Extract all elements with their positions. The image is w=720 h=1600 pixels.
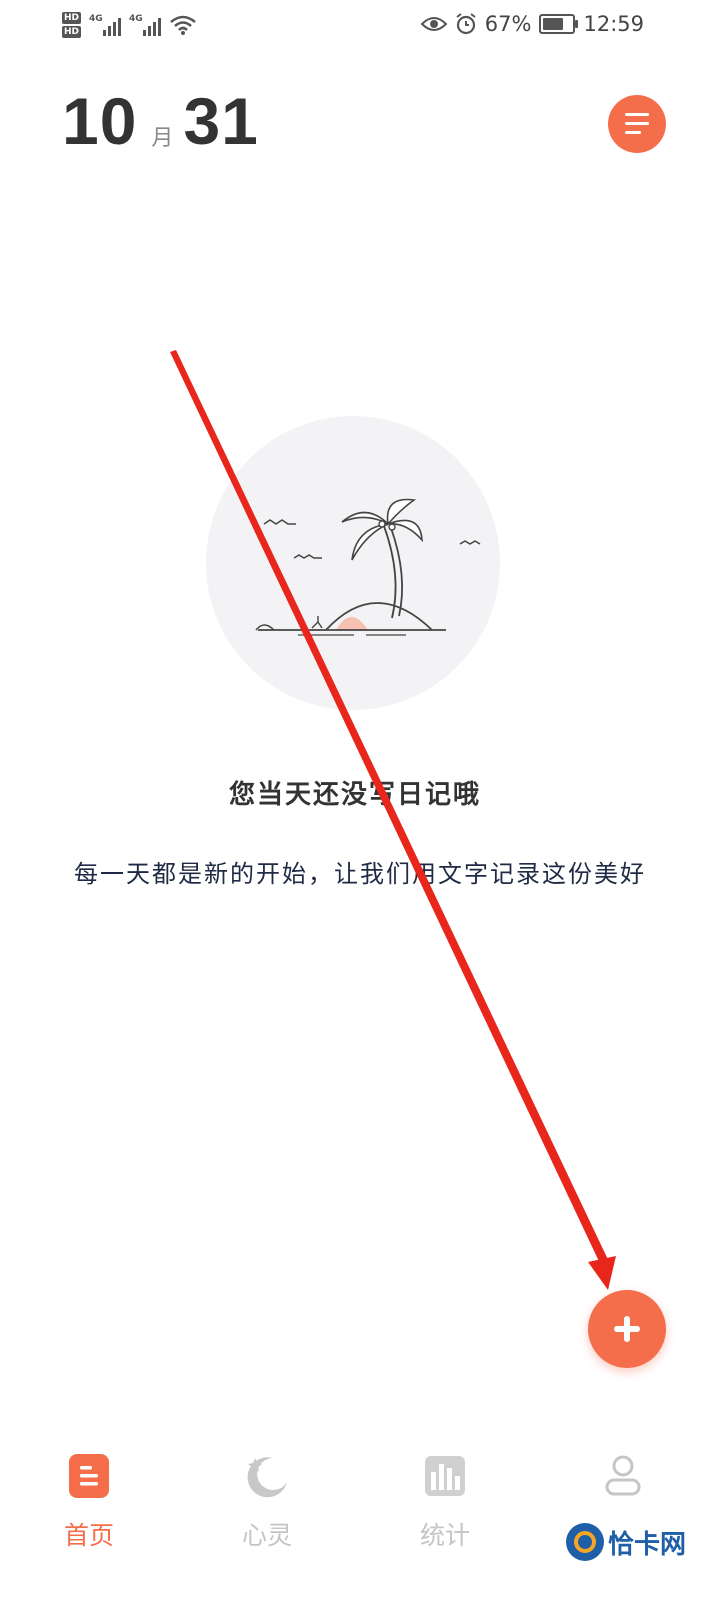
clock: 12:59 [583, 12, 644, 36]
hd-indicators: HD HD [62, 12, 82, 38]
diary-icon [69, 1454, 109, 1498]
island-icon [255, 498, 481, 636]
hd-label-1: HD [62, 12, 82, 24]
month-number: 10 [62, 84, 138, 158]
bar-chart-icon [425, 1456, 465, 1496]
alarm-icon [456, 13, 476, 35]
nav-label-mind: 心灵 [241, 1521, 292, 1550]
month-unit: 月 [151, 126, 174, 151]
eye-icon [420, 17, 447, 31]
menu-button[interactable] [608, 95, 666, 153]
watermark: 恰卡网 [566, 1520, 686, 1564]
nav-label-home: 首页 [63, 1521, 114, 1550]
nav-item-profile[interactable] [534, 1430, 712, 1600]
empty-illustration [206, 416, 500, 710]
network-type-2: 4G [129, 14, 143, 24]
nav-label-stats: 统计 [419, 1521, 470, 1550]
empty-title: 您当天还没写日记哦 [228, 780, 481, 810]
bottom-nav: 首页 心灵 统计 [0, 1430, 720, 1600]
hd-label-2: HD [62, 26, 82, 38]
status-left: HD HD 4G 4G [62, 8, 197, 42]
signal-icon: 4G [89, 14, 122, 36]
nav-item-mind[interactable]: 心灵 [178, 1430, 356, 1600]
status-right: 67% 12:59 [420, 10, 644, 38]
day-number: 31 [183, 84, 259, 158]
date-header: 10 月 31 [62, 86, 259, 156]
empty-subtitle: 每一天都是新的开始，让我们用文字记录这份美好 [74, 860, 646, 888]
watermark-logo-icon [566, 1523, 604, 1561]
nav-item-stats[interactable]: 统计 [356, 1430, 534, 1600]
signal-icon-2: 4G [129, 14, 162, 36]
profile-icon [605, 1455, 641, 1496]
battery-percent: 67% [484, 12, 532, 36]
add-diary-button[interactable] [588, 1290, 666, 1368]
watermark-text: 恰卡网 [608, 1529, 687, 1560]
wifi-icon [170, 15, 196, 35]
status-bar: HD HD 4G 4G 67% 12:59 [0, 0, 720, 48]
nav-item-home[interactable]: 首页 [0, 1430, 178, 1600]
battery-icon [539, 14, 579, 34]
moon-star-icon [247, 1457, 287, 1498]
network-type-1: 4G [89, 14, 103, 24]
